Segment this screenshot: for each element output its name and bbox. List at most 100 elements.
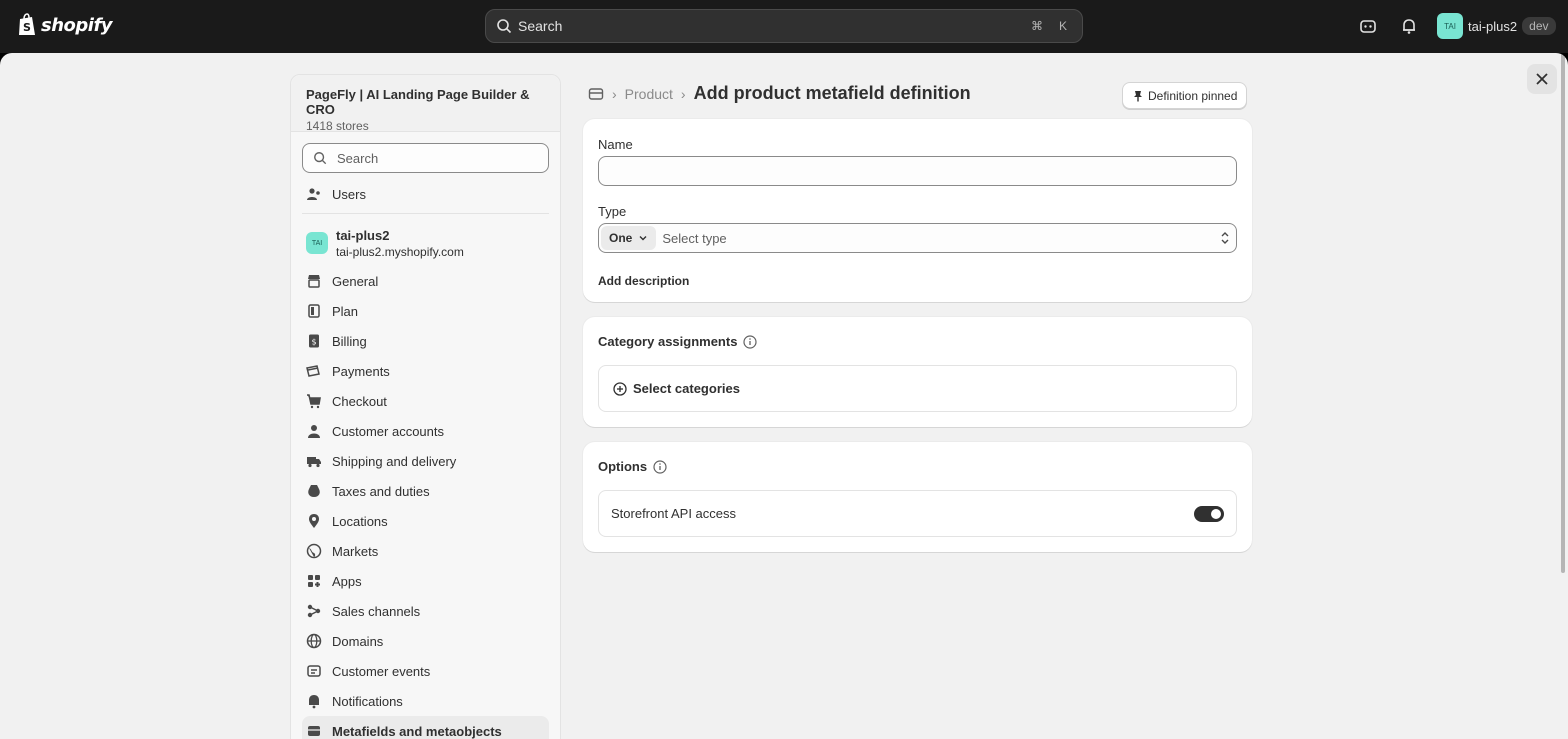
sidebar-item-users[interactable]: Users: [291, 179, 560, 209]
page-title: Add product metafield definition: [693, 83, 971, 103]
settings-sidebar: PageFly | AI Landing Page Builder & CRO …: [290, 74, 561, 739]
info-icon[interactable]: [743, 334, 758, 349]
events-icon: [307, 665, 321, 677]
breadcrumb-link-product[interactable]: Product: [625, 86, 673, 102]
select-arrows-icon: [1221, 232, 1229, 244]
svg-text:S: S: [23, 21, 31, 34]
store-avatar: TAI: [306, 232, 328, 254]
top-bar: S shopify Search ⌘ K TAI tai-plus2 dev: [0, 0, 1568, 53]
location-icon: [309, 514, 319, 528]
metafields-icon[interactable]: [588, 86, 604, 102]
users-icon: [307, 188, 320, 200]
sidebar-item-label: Customer events: [332, 663, 431, 679]
pin-button-label: Definition pinned: [1148, 88, 1238, 103]
chevron-right-icon: ›: [612, 85, 617, 102]
category-title-text: Category assignments: [598, 334, 738, 349]
definition-pinned-button[interactable]: Definition pinned: [1122, 82, 1248, 109]
shopify-logo[interactable]: S shopify: [17, 13, 113, 37]
svg-text:$: $: [311, 338, 316, 347]
plus-circle-icon: [613, 381, 627, 396]
sidebar-item-label: Payments: [332, 363, 390, 379]
sidebar-item-label: Markets: [332, 543, 379, 559]
sidebar-item-plan[interactable]: Plan: [291, 296, 560, 326]
info-icon[interactable]: [653, 459, 667, 474]
sidebar-item-general[interactable]: General: [291, 266, 560, 296]
app-header: PageFly | AI Landing Page Builder & CRO …: [291, 75, 560, 133]
sidebar-item-taxes-and-duties[interactable]: Taxes and duties: [291, 476, 560, 506]
truck-icon: [307, 457, 321, 468]
sidebar-item-checkout[interactable]: Checkout: [291, 386, 560, 416]
chevron-right-icon: ›: [680, 85, 686, 102]
sidebar-item-billing[interactable]: $ Billing: [291, 326, 560, 356]
app-name: PageFly | AI Landing Page Builder & CRO: [306, 87, 530, 117]
bell-icon: [309, 695, 319, 709]
apps-icon: [308, 575, 320, 587]
sidebar-item-markets[interactable]: Markets: [291, 536, 560, 566]
sidebar-item-customer-accounts[interactable]: Customer accounts: [291, 416, 560, 446]
sidebar-item-label: Domains: [332, 633, 384, 649]
sidebar-item-label: Shipping and delivery: [332, 453, 457, 469]
close-icon: [1536, 73, 1548, 85]
scrollbar[interactable]: [1561, 53, 1565, 573]
type-label: Type: [598, 204, 627, 219]
sidebar-item-notifications[interactable]: Notifications: [291, 686, 560, 716]
metafields-icon: [308, 726, 320, 736]
cardinality-select[interactable]: One: [601, 226, 657, 250]
domain-icon: [306, 633, 322, 649]
store-name: tai-plus2: [336, 227, 390, 243]
storefront-api-label: Storefront API access: [611, 506, 737, 521]
sidekick-icon[interactable]: [1357, 15, 1379, 37]
search-icon: [314, 152, 327, 165]
sidebar-item-label: Metafields and metaobjects: [332, 723, 502, 739]
divider: [302, 213, 549, 214]
store-switcher[interactable]: TAI tai-plus2 tai-plus2.myshopify.com: [291, 220, 560, 266]
sidebar-item-sales-channels[interactable]: Sales channels: [291, 596, 560, 626]
logo-text: shopify: [41, 14, 113, 36]
tax-icon: [308, 485, 320, 497]
global-search[interactable]: Search ⌘ K: [485, 9, 1083, 43]
sidebar-item-label: General: [332, 273, 379, 289]
options-card: Options Storefront API access: [583, 442, 1252, 552]
sidebar-item-shipping-and-delivery[interactable]: Shipping and delivery: [291, 446, 560, 476]
sidebar-item-label: Taxes and duties: [332, 483, 430, 499]
billing-icon: $: [309, 334, 319, 348]
type-select[interactable]: One Select type: [598, 223, 1237, 253]
sidebar-item-label: Users: [332, 186, 366, 202]
shortcut-k: K: [1058, 19, 1067, 33]
sidebar-item-label: Notifications: [332, 693, 403, 709]
chevron-down-icon: [639, 236, 647, 241]
sidebar-item-label: Checkout: [332, 393, 387, 409]
name-input[interactable]: [598, 156, 1237, 186]
select-categories-button[interactable]: Select categories: [598, 365, 1237, 412]
sidebar-item-metafields-and-metaobjects[interactable]: Metafields and metaobjects: [302, 716, 549, 739]
cardinality-value: One: [609, 231, 633, 245]
shortcut-cmd: ⌘: [1031, 19, 1043, 33]
add-description-button[interactable]: Add description: [598, 274, 689, 288]
sidebar-nav: General Plan $ Billing Payments Checkout Custo…: [291, 266, 560, 739]
type-placeholder: Select type: [662, 230, 727, 246]
bell-icon[interactable]: [1398, 15, 1420, 37]
sidebar-item-apps[interactable]: Apps: [291, 566, 560, 596]
avatar: TAI: [1437, 13, 1463, 39]
globe-icon: [306, 543, 322, 559]
sidebar-item-locations[interactable]: Locations: [291, 506, 560, 536]
store-icon: [308, 275, 320, 288]
cart-icon: [307, 394, 321, 409]
sidebar-search-input[interactable]: Search: [302, 143, 549, 173]
sidebar-item-label: Customer accounts: [332, 423, 444, 439]
dev-badge: dev: [1522, 17, 1556, 35]
search-placeholder: Search: [518, 18, 563, 34]
app-store-count: 1418 stores: [306, 119, 369, 133]
sidebar-item-label: Billing: [332, 333, 367, 349]
sidebar-search-placeholder: Search: [337, 150, 379, 166]
category-card: Category assignments Select categories: [583, 317, 1252, 427]
user-menu[interactable]: TAI tai-plus2 dev: [1437, 13, 1556, 39]
options-title: Options: [598, 459, 667, 474]
sidebar-item-domains[interactable]: Domains: [291, 626, 560, 656]
shopify-bag-icon: S: [19, 13, 35, 35]
close-button[interactable]: [1527, 64, 1557, 94]
pin-icon: [1134, 90, 1142, 101]
sidebar-item-customer-events[interactable]: Customer events: [291, 656, 560, 686]
sidebar-item-payments[interactable]: Payments: [291, 356, 560, 386]
storefront-api-toggle[interactable]: [1194, 505, 1224, 522]
